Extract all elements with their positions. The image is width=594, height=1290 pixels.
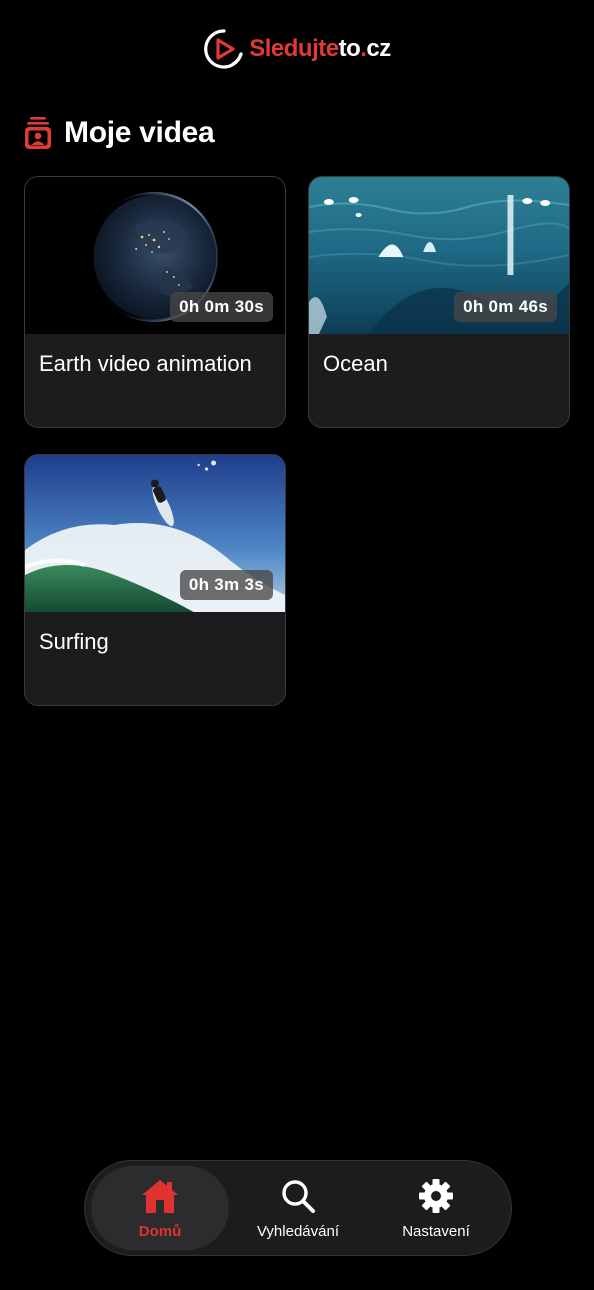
nav-label: Vyhledávání xyxy=(256,1222,339,1240)
video-card[interactable]: 0h 3m 3s Surfing xyxy=(24,454,286,706)
video-thumbnail: 0h 0m 46s xyxy=(309,177,569,334)
video-thumbnail: 0h 3m 3s xyxy=(25,455,285,612)
duration-badge: 0h 0m 46s xyxy=(454,292,557,322)
nav-label: Nastavení xyxy=(402,1222,470,1240)
app-screen: Sledujteto.cz Moje videa 0h 0m 30s Earth… xyxy=(0,0,594,1290)
nav-label: Domů xyxy=(138,1222,182,1240)
logo-wordmark: Sledujteto.cz xyxy=(249,35,391,62)
video-title: Surfing xyxy=(39,629,109,654)
nav-item-settings[interactable]: Nastavení xyxy=(367,1166,505,1250)
play-logo-icon xyxy=(204,29,243,69)
video-card[interactable]: 0h 0m 30s Earth video animation xyxy=(24,176,286,428)
video-thumbnail: 0h 0m 30s xyxy=(25,177,285,334)
video-folder-icon xyxy=(25,117,51,149)
page-title: Moje videa xyxy=(64,116,215,149)
gear-icon xyxy=(419,1178,453,1213)
app-logo[interactable]: Sledujteto.cz xyxy=(0,28,594,70)
duration-badge: 0h 3m 3s xyxy=(179,570,273,600)
home-icon xyxy=(142,1179,178,1213)
duration-badge: 0h 0m 30s xyxy=(170,292,273,322)
nav-item-search[interactable]: Vyhledávání xyxy=(229,1166,367,1250)
section-header: Moje videa xyxy=(24,116,215,150)
video-title: Earth video animation xyxy=(39,351,252,376)
video-card[interactable]: 0h 0m 46s Ocean xyxy=(308,176,570,428)
video-title: Ocean xyxy=(323,351,388,376)
bottom-nav: Domů Vyhledávání Nastavení xyxy=(84,1160,512,1256)
search-icon xyxy=(282,1179,315,1213)
nav-item-home[interactable]: Domů xyxy=(91,1166,229,1250)
